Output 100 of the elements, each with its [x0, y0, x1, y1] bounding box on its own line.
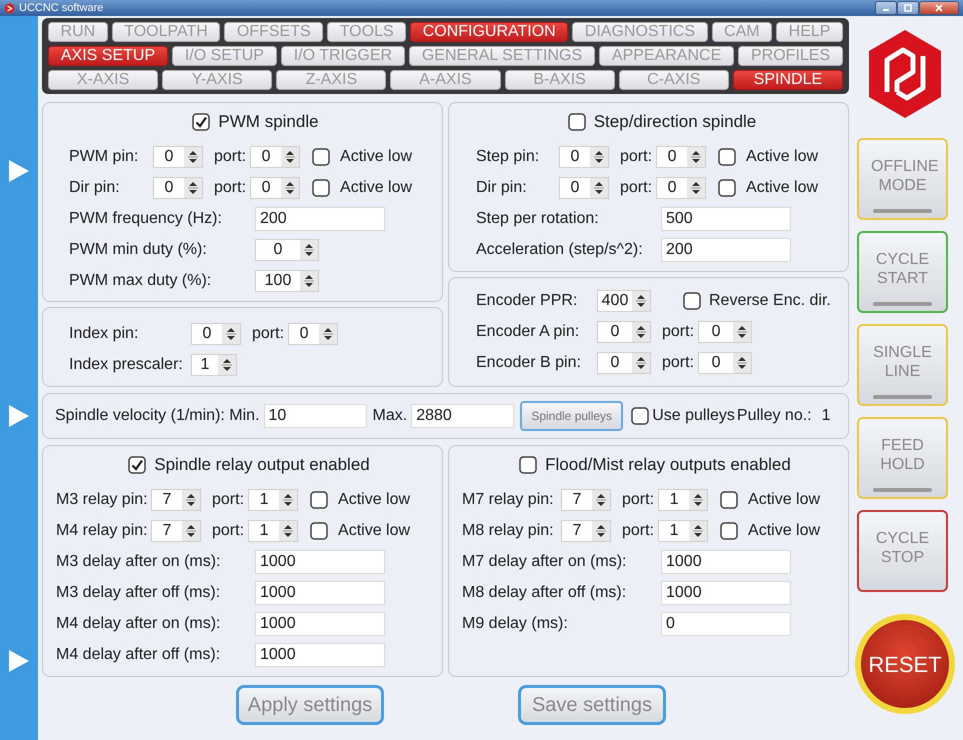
menu-tab[interactable]: AXIS SETUP — [48, 46, 168, 66]
number-spinner[interactable]: 0 — [288, 322, 338, 344]
field-label: M3 delay after on (ms): — [56, 552, 222, 572]
text-field[interactable]: 1000 — [255, 612, 385, 636]
checkbox[interactable] — [519, 456, 538, 474]
stepper-icon[interactable] — [632, 290, 650, 310]
number-spinner[interactable]: 1 — [658, 488, 708, 510]
number-spinner[interactable]: 100 — [255, 270, 319, 292]
stepper-icon[interactable] — [281, 146, 300, 166]
arrow-icon[interactable] — [8, 404, 30, 428]
text-field[interactable]: 1000 — [255, 642, 385, 666]
stepper-icon[interactable] — [300, 240, 318, 260]
number-spinner[interactable]: 1 — [248, 488, 298, 510]
stepper-icon[interactable] — [592, 520, 610, 540]
number-spinner[interactable]: 7 — [561, 520, 611, 542]
text-field[interactable]: 1000 — [661, 580, 791, 604]
stepper-icon[interactable] — [218, 354, 236, 374]
checkbox[interactable] — [568, 113, 586, 131]
number-spinner[interactable]: 0 — [698, 352, 752, 374]
stepper-icon[interactable] — [319, 324, 338, 344]
stepper-icon[interactable] — [689, 490, 708, 510]
number-spinner[interactable]: 0 — [597, 352, 651, 374]
stepper-icon[interactable] — [279, 520, 298, 540]
checkbox[interactable] — [128, 456, 146, 474]
number-spinner[interactable]: 7 — [151, 488, 201, 510]
checkbox[interactable] — [720, 522, 738, 540]
checkbox-label: Reverse Enc. dir. — [709, 290, 831, 310]
number-spinner[interactable]: 0 — [153, 176, 203, 198]
stepper-icon[interactable] — [632, 352, 650, 372]
number-spinner[interactable]: 1 — [658, 520, 708, 542]
number-spinner[interactable]: 400 — [597, 290, 651, 312]
field-label: Encoder B pin: — [476, 352, 582, 372]
checkbox[interactable] — [718, 178, 736, 196]
checkbox[interactable] — [312, 148, 330, 166]
stepper-icon[interactable] — [632, 322, 650, 342]
maximize-button[interactable] — [897, 1, 919, 15]
number-spinner[interactable]: 1 — [248, 520, 298, 542]
stepper-icon[interactable] — [281, 178, 300, 198]
stepper-icon[interactable] — [184, 146, 202, 166]
text-field[interactable]: 2880 — [411, 404, 514, 428]
number-spinner[interactable]: 0 — [698, 320, 752, 342]
text-field[interactable]: 1000 — [255, 550, 385, 574]
number-spinner[interactable]: 0 — [559, 146, 609, 168]
checkbox[interactable] — [720, 490, 738, 508]
stepper-icon[interactable] — [733, 352, 752, 372]
field-label: port: — [212, 520, 244, 540]
checkbox[interactable] — [312, 178, 330, 196]
stepper-icon[interactable] — [279, 490, 298, 510]
close-button[interactable] — [919, 1, 959, 15]
text-field[interactable]: 500 — [661, 206, 791, 230]
checkbox[interactable] — [310, 490, 328, 508]
text-field[interactable]: 10 — [264, 404, 367, 428]
text-field[interactable]: 1000 — [255, 580, 385, 604]
number-spinner[interactable]: 0 — [191, 322, 241, 344]
number-spinner[interactable]: 0 — [255, 238, 319, 260]
number-spinner[interactable]: 0 — [656, 146, 706, 168]
field-label: Max. — [372, 406, 408, 426]
number-spinner[interactable]: 0 — [559, 176, 609, 198]
number-spinner[interactable]: 0 — [250, 176, 300, 198]
number-spinner[interactable]: 1 — [191, 354, 237, 376]
stepper-icon[interactable] — [182, 520, 200, 540]
number-spinner[interactable]: 7 — [561, 488, 611, 510]
checkbox[interactable] — [192, 113, 210, 131]
pulleys-button[interactable]: Spindle pulleys — [520, 400, 624, 430]
arrow-icon[interactable] — [8, 159, 30, 183]
checkbox[interactable] — [718, 148, 736, 166]
stepper-icon[interactable] — [222, 324, 240, 344]
stepper-icon[interactable] — [687, 178, 706, 198]
number-spinner[interactable]: 0 — [153, 146, 203, 168]
number-spinner[interactable]: 0 — [250, 146, 300, 168]
stepper-icon[interactable] — [687, 146, 706, 166]
checkbox[interactable] — [310, 522, 328, 540]
field-label: port: — [662, 352, 694, 372]
number-spinner[interactable]: 7 — [151, 520, 201, 542]
stepper-icon[interactable] — [184, 178, 202, 198]
text-field[interactable]: 200 — [661, 238, 791, 262]
menu-tab[interactable]: CONFIGURATION — [410, 22, 568, 42]
indicator-bar — [873, 395, 932, 399]
reset-button[interactable]: RESET — [855, 614, 955, 714]
menu-tab[interactable]: SPINDLE — [732, 70, 843, 90]
field-label: port: — [662, 322, 694, 342]
checkbox[interactable] — [683, 292, 701, 310]
field-label: M4 delay after off (ms): — [56, 644, 222, 664]
arrow-icon[interactable] — [8, 649, 30, 673]
text-field[interactable]: 1000 — [661, 550, 791, 574]
text-field[interactable]: 0 — [661, 612, 791, 636]
stepper-icon[interactable] — [590, 178, 608, 198]
stepper-icon[interactable] — [182, 490, 200, 510]
number-spinner[interactable]: 0 — [656, 176, 706, 198]
field-label: Step per rotation: — [476, 208, 600, 228]
checkbox[interactable] — [631, 406, 650, 424]
minimize-button[interactable] — [875, 1, 897, 15]
stepper-icon[interactable] — [300, 270, 318, 290]
stepper-icon[interactable] — [592, 490, 610, 510]
stepper-icon[interactable] — [689, 520, 708, 540]
stepper-icon[interactable] — [590, 146, 608, 166]
field-label: PWM pin: — [69, 146, 140, 166]
text-field[interactable]: 200 — [255, 206, 385, 230]
number-spinner[interactable]: 0 — [597, 320, 651, 342]
stepper-icon[interactable] — [733, 322, 752, 342]
